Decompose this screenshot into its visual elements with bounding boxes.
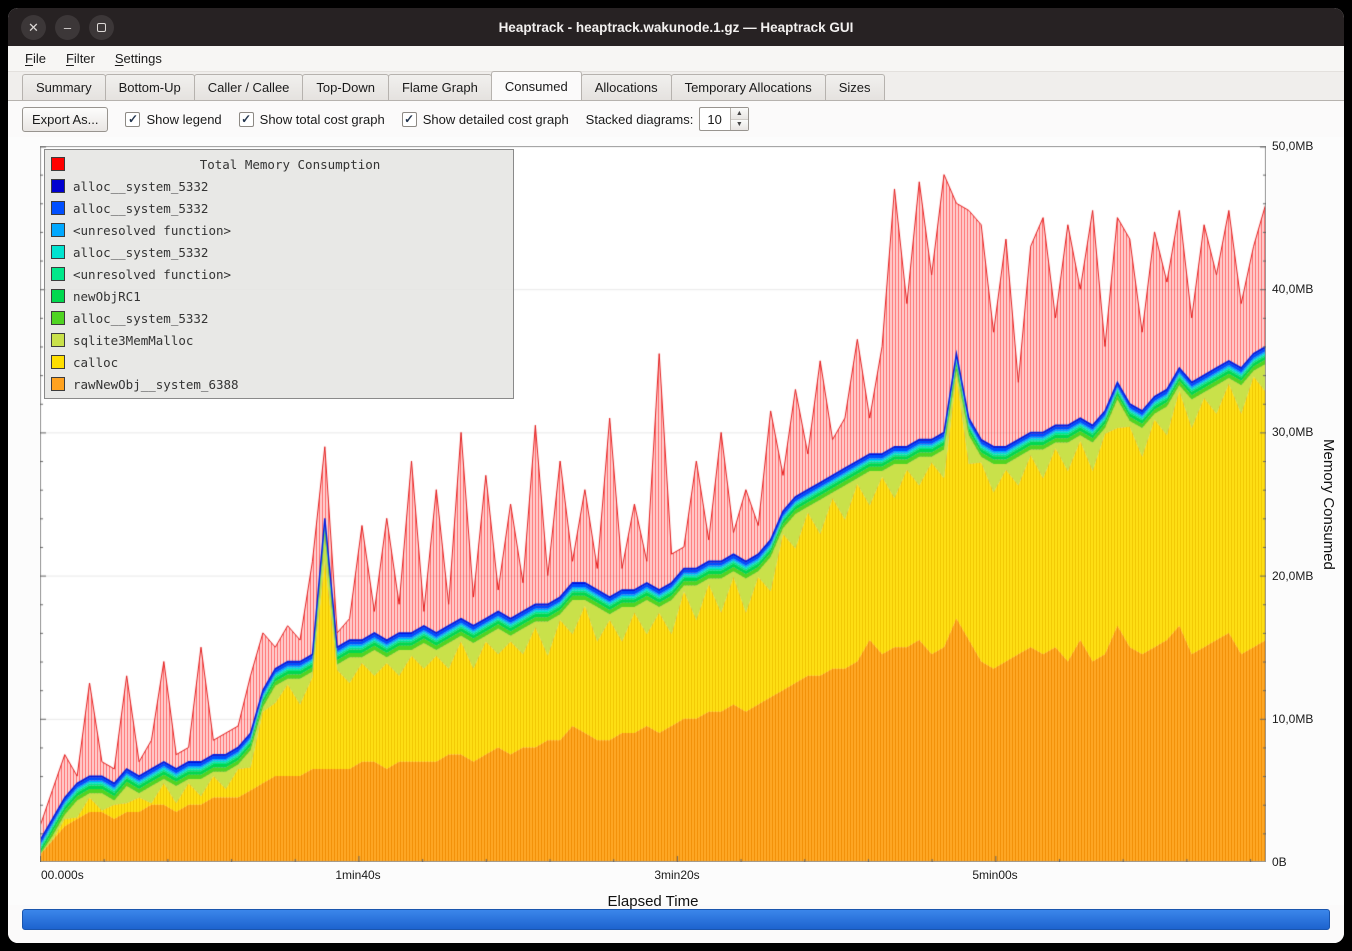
menubar: File Filter Settings: [8, 46, 1344, 72]
menu-settings-mnemonic: S: [115, 51, 124, 66]
legend-label: sqlite3MemMalloc: [73, 333, 193, 348]
x-tick-3: 5min00s: [972, 868, 1017, 882]
menu-file-mnemonic: F: [25, 51, 33, 66]
legend-label: alloc__system_5332: [73, 179, 208, 194]
y-tick-20: 20,0MB: [1272, 569, 1313, 583]
window-controls: ✕ –: [21, 15, 114, 40]
minimize-icon[interactable]: –: [55, 15, 80, 40]
show-detailed-cost-checkbox-row: ✓ Show detailed cost graph: [402, 112, 569, 127]
y-tick-40: 40,0MB: [1272, 282, 1313, 296]
stacked-diagrams-value[interactable]: 10: [700, 108, 729, 130]
show-detailed-cost-checkbox[interactable]: ✓: [402, 112, 417, 127]
menu-file[interactable]: File: [16, 48, 55, 69]
legend-title-row: Total Memory Consumption: [51, 153, 507, 175]
legend-item: newObjRC1: [51, 285, 507, 307]
legend-item: alloc__system_5332: [51, 197, 507, 219]
legend-swatch: [51, 377, 65, 391]
legend-label: alloc__system_5332: [73, 245, 208, 260]
legend-item: alloc__system_5332: [51, 175, 507, 197]
tabbar: Summary Bottom-Up Caller / Callee Top-Do…: [8, 72, 1344, 101]
time-range-slider-area: [8, 905, 1344, 943]
legend-item: <unresolved function>: [51, 263, 507, 285]
y-tick-10: 10,0MB: [1272, 712, 1313, 726]
maximize-glyph: [97, 23, 106, 32]
tab-caller-callee[interactable]: Caller / Callee: [194, 74, 304, 100]
legend-swatch: [51, 201, 65, 215]
x-tick-2: 3min20s: [654, 868, 699, 882]
show-detailed-cost-label: Show detailed cost graph: [423, 112, 569, 127]
stacked-diagrams-spin-buttons: ▲ ▼: [730, 108, 748, 130]
tab-consumed[interactable]: Consumed: [491, 71, 582, 100]
x-axis-label: Elapsed Time: [40, 893, 1266, 910]
tab-temporary-allocations[interactable]: Temporary Allocations: [671, 74, 826, 100]
legend-item: sqlite3MemMalloc: [51, 329, 507, 351]
menu-filter-mnemonic: F: [66, 51, 74, 66]
legend-swatch: [51, 355, 65, 369]
menu-settings[interactable]: Settings: [106, 48, 171, 69]
legend-item: <unresolved function>: [51, 219, 507, 241]
legend-swatch: [51, 223, 65, 237]
heaptrack-window: ✕ – Heaptrack - heaptrack.wakunode.1.gz …: [8, 8, 1344, 943]
legend-item: alloc__system_5332: [51, 241, 507, 263]
legend-swatch: [51, 267, 65, 281]
legend-label: newObjRC1: [73, 289, 141, 304]
y-tick-0: 0B: [1272, 855, 1287, 869]
y-tick-30: 30,0MB: [1272, 425, 1313, 439]
tab-bottom-up[interactable]: Bottom-Up: [105, 74, 195, 100]
legend-title: Total Memory Consumption: [73, 157, 507, 172]
tab-flame-graph[interactable]: Flame Graph: [388, 74, 492, 100]
tab-top-down[interactable]: Top-Down: [302, 74, 389, 100]
show-total-cost-label: Show total cost graph: [260, 112, 385, 127]
legend-swatch: [51, 179, 65, 193]
legend-label: alloc__system_5332: [73, 311, 208, 326]
tab-summary[interactable]: Summary: [22, 74, 106, 100]
window-title: Heaptrack - heaptrack.wakunode.1.gz — He…: [8, 20, 1344, 35]
legend-label: calloc: [73, 355, 118, 370]
toolbar: Export As... ✓ Show legend ✓ Show total …: [8, 101, 1344, 137]
show-total-cost-checkbox[interactable]: ✓: [239, 112, 254, 127]
show-total-cost-checkbox-row: ✓ Show total cost graph: [239, 112, 385, 127]
show-legend-checkbox-row: ✓ Show legend: [125, 112, 221, 127]
legend-label: <unresolved function>: [73, 223, 231, 238]
stacked-diagrams-decrement[interactable]: ▼: [731, 120, 748, 131]
menu-filter-label: ilter: [74, 51, 95, 66]
memory-consumption-chart: Total Memory Consumption alloc__system_5…: [8, 137, 1344, 905]
x-tick-0: 00.000s: [41, 868, 84, 882]
tab-sizes[interactable]: Sizes: [825, 74, 885, 100]
menu-file-label: ile: [33, 51, 46, 66]
legend-label: alloc__system_5332: [73, 201, 208, 216]
show-legend-label: Show legend: [146, 112, 221, 127]
legend-item: calloc: [51, 351, 507, 373]
stacked-diagrams-increment[interactable]: ▲: [731, 108, 748, 120]
stacked-diagrams-control: Stacked diagrams: 10 ▲ ▼: [586, 107, 749, 131]
x-tick-1: 1min40s: [335, 868, 380, 882]
legend-label: rawNewObj__system_6388: [73, 377, 239, 392]
menu-filter[interactable]: Filter: [57, 48, 104, 69]
legend-item: alloc__system_5332: [51, 307, 507, 329]
menu-settings-label: ettings: [124, 51, 162, 66]
time-range-slider[interactable]: [22, 909, 1330, 930]
close-icon[interactable]: ✕: [21, 15, 46, 40]
export-as-button[interactable]: Export As...: [22, 107, 108, 132]
legend-swatch: [51, 333, 65, 347]
legend-swatch: [51, 311, 65, 325]
titlebar: ✕ – Heaptrack - heaptrack.wakunode.1.gz …: [8, 8, 1344, 46]
y-tick-50: 50,0MB: [1272, 139, 1313, 153]
maximize-icon[interactable]: [89, 15, 114, 40]
legend-swatch: [51, 245, 65, 259]
legend-swatch-total: [51, 157, 65, 171]
legend-item: rawNewObj__system_6388: [51, 373, 507, 395]
y-axis-label: Memory Consumed: [1320, 146, 1337, 862]
show-legend-checkbox[interactable]: ✓: [125, 112, 140, 127]
stacked-diagrams-spinbox[interactable]: 10 ▲ ▼: [699, 107, 748, 131]
tab-allocations[interactable]: Allocations: [581, 74, 672, 100]
stacked-diagrams-label: Stacked diagrams:: [586, 112, 694, 127]
legend-label: <unresolved function>: [73, 267, 231, 282]
legend-swatch: [51, 289, 65, 303]
chart-legend: Total Memory Consumption alloc__system_5…: [44, 149, 514, 399]
